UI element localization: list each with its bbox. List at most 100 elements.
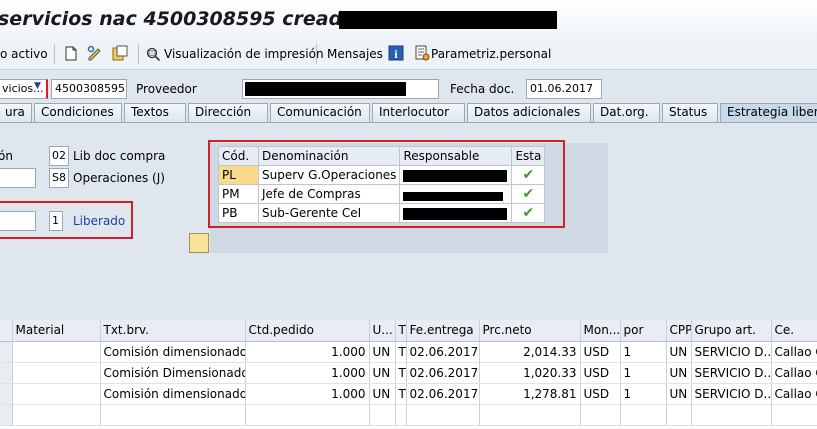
edit-glasses-icon[interactable] [87,44,103,62]
column-header[interactable]: U... [369,320,396,342]
material-cell[interactable] [12,383,101,405]
tab-interlocutor[interactable]: Interlocutor [372,103,465,122]
new-document-icon[interactable] [63,44,79,62]
release-code-cell[interactable]: PL [218,165,259,185]
vendor-field[interactable] [242,79,439,99]
column-header[interactable]: Responsable [399,146,513,166]
print-preview-icon[interactable] [146,44,162,62]
material-group-cell[interactable]: SERVICIO D... [691,383,772,405]
column-header[interactable]: Prc.neto [479,320,581,342]
quantity-cell[interactable]: 1.000 [245,341,370,363]
price-unit-cell[interactable]: 1 [620,341,667,363]
unit-cell[interactable]: UN [369,362,396,384]
column-header[interactable]: Fe.entrega [406,320,480,342]
currency-cell[interactable]: USD [580,362,621,384]
column-header[interactable]: Cód. [218,146,259,166]
order-price-unit-cell[interactable]: UN [666,341,692,363]
column-header[interactable]: Material [12,320,101,342]
release-indicator-field-left[interactable] [0,211,36,231]
currency-cell[interactable]: USD [580,341,621,363]
info-icon[interactable]: i [388,44,404,62]
delivery-date-cell[interactable]: 02.06.2017 [406,383,480,405]
date-type-cell[interactable]: T [395,362,407,384]
order-price-unit-cell[interactable]: UN [666,383,692,405]
column-header[interactable]: Ce. [771,320,817,342]
table-row[interactable]: Comisión Dimensionado S... 1.000 UN T 02… [0,362,817,384]
unit-cell[interactable]: UN [369,341,396,363]
table-row[interactable]: PB Sub-Gerente CeI ✔ [218,203,546,223]
currency-cell[interactable]: USD [580,383,621,405]
net-price-cell[interactable]: 2,014.33 [479,341,581,363]
material-cell[interactable] [12,341,101,363]
column-header[interactable]: por [620,320,667,342]
date-type-cell[interactable]: T [395,341,407,363]
price-unit-cell[interactable]: 1 [620,362,667,384]
tab-estrategia-liberacion[interactable]: Estrategia libera [720,103,817,122]
note-button[interactable] [189,233,209,253]
net-price-cell[interactable]: 1,278.81 [479,383,581,405]
column-header[interactable]: T [395,320,407,342]
release-code-cell[interactable]: PM [218,184,259,204]
unit-cell[interactable]: UN [369,383,396,405]
check-icon: ✔ [522,167,535,183]
release-group-code[interactable]: 02 [49,146,69,166]
personal-settings-icon[interactable] [414,44,430,62]
row-selector[interactable] [0,341,13,363]
tab-estructura[interactable]: ura [0,103,32,122]
release-indicator-text: Liberado [73,214,126,228]
order-price-unit-cell[interactable]: UN [666,362,692,384]
tab-direccion[interactable]: Dirección [188,103,268,122]
release-code-cell[interactable]: PB [218,203,259,223]
tab-condiciones[interactable]: Condiciones [34,103,122,122]
row-selector-header[interactable] [0,320,13,342]
price-unit-cell[interactable]: 1 [620,383,667,405]
column-header[interactable]: Denominación [257,146,401,166]
release-strategy-field-left[interactable] [0,168,36,188]
other-document-icon[interactable] [112,44,128,62]
material-group-cell[interactable]: SERVICIO D... [691,362,772,384]
doc-date-label: Fecha doc. [450,82,515,96]
table-row[interactable]: PM Jefe de Compras ✔ [218,184,546,204]
doc-number-field[interactable]: 4500308595 [51,79,127,99]
chevron-down-icon[interactable]: ▼ [34,81,41,91]
plant-cell[interactable]: Callao CD [771,383,817,405]
table-row[interactable]: Comisión dimensionado A... 1.000 UN T 02… [0,383,817,405]
material-group-cell[interactable]: SERVICIO D... [691,341,772,363]
date-type-cell[interactable]: T [395,383,407,405]
column-header[interactable]: CPP [666,320,692,342]
plant-cell[interactable]: Callao CD [771,362,817,384]
tab-textos[interactable]: Textos [124,103,186,122]
delivery-date-cell[interactable]: 02.06.2017 [406,341,480,363]
messages-button[interactable]: Mensajes [327,47,383,61]
column-header[interactable]: Esta [511,146,546,166]
material-cell[interactable] [12,362,101,384]
row-selector[interactable] [0,404,13,426]
column-header[interactable]: Mon... [580,320,621,342]
plant-cell[interactable]: Callao CD [771,341,817,363]
print-preview-button[interactable]: Visualización de impresión [164,47,324,61]
doc-date-field[interactable]: 01.06.2017 [526,79,602,99]
table-row[interactable]: Comisión dimensionado S... 1.000 UN T 02… [0,341,817,363]
delivery-date-cell[interactable]: 02.06.2017 [406,362,480,384]
column-header[interactable]: Ctd.pedido [245,320,370,342]
short-text-cell[interactable]: Comisión Dimensionado S... [100,362,246,384]
table-row[interactable]: PL Superv G.Operaciones ✔ [218,165,546,185]
net-price-cell[interactable]: 1,020.33 [479,362,581,384]
short-text-cell[interactable]: Comisión dimensionado S... [100,341,246,363]
quantity-cell[interactable]: 1.000 [245,362,370,384]
column-header[interactable]: Txt.brv. [100,320,246,342]
tab-datos-adicionales[interactable]: Datos adicionales [467,103,591,122]
quantity-cell[interactable]: 1.000 [245,383,370,405]
personal-settings-button[interactable]: Parametriz.personal [431,47,551,61]
tab-comunicacion[interactable]: Comunicación [270,103,370,122]
tab-dat-org[interactable]: Dat.org. [593,103,660,122]
release-indicator-code[interactable]: 1 [49,211,63,231]
tab-status[interactable]: Status [662,103,718,122]
activo-button[interactable]: o activo [0,47,48,61]
short-text-cell[interactable]: Comisión dimensionado A... [100,383,246,405]
table-row[interactable] [0,404,817,426]
row-selector[interactable] [0,362,13,384]
column-header[interactable]: Grupo art. [691,320,772,342]
release-strategy-code[interactable]: S8 [49,168,69,188]
row-selector[interactable] [0,383,13,405]
